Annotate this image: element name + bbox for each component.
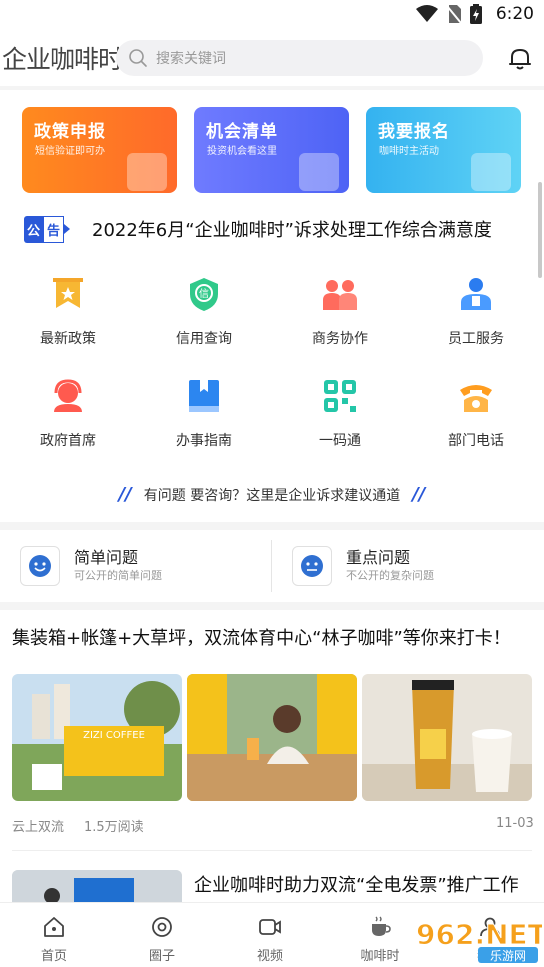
book-icon [189,380,219,412]
grid-item-latest-policy[interactable]: 最新政策 [0,276,136,366]
coffee-cup-icon [372,916,391,936]
grid-item-staff-service[interactable]: 员工服务 [408,276,544,366]
news-card: 集装箱+帐篷+大草坪，双流体育中心“林子咖啡”等你来打卡！ ZIZI COFFE… [0,610,544,902]
grid-item-service-guide[interactable]: 办事指南 [136,378,272,468]
credit-badge-icon: 信 [190,278,218,311]
search-icon [129,49,147,67]
grid-label: 办事指南 [176,433,232,449]
article-title[interactable]: 企业咖啡时助力双流“全电发票”推广工作 [194,872,524,900]
notice-tag: 公告 [24,215,82,243]
grid-item-credit-query[interactable]: 信 信用查询 [136,276,272,366]
clock: 6:20 [495,4,534,24]
key-issue-button[interactable]: 重点问题 不公开的复杂问题 [272,530,544,602]
article-source: 云上双流 [12,820,65,835]
entry-subtitle: 投资机会看这里 [207,146,277,157]
tab-label: 首页 [40,949,67,964]
grid-item-business-cooperation[interactable]: 商务协作 [272,276,408,366]
grid-label: 信用查询 [176,331,232,347]
grid-label: 政府首席 [40,433,96,449]
article-photo-container[interactable] [362,674,532,801]
circle-icon [152,917,172,937]
entry-subtitle: 短信验证即可办 [35,146,105,157]
slash-decoration-icon: // [412,484,426,505]
entry-opportunity-list[interactable]: 机会清单 投资机会看这里 [194,107,349,193]
tab-home[interactable]: 首页 [0,903,108,967]
tab-video[interactable]: 视频 [216,903,324,967]
advice-channel[interactable]: // 有问题 要咨询？这里是企业诉求建议通道 // [0,484,544,505]
people-icon [323,280,357,310]
entry-subtitle: 咖啡时主活动 [379,146,439,157]
services-card: 政策申报 短信验证即可办 机会清单 投资机会看这里 我要报名 咖啡时主活动 公告… [0,90,544,522]
main-content[interactable]: 政策申报 短信验证即可办 机会清单 投资机会看这里 我要报名 咖啡时主活动 公告… [0,90,544,902]
notice-tag-left: 公 [24,215,44,243]
watermark-logo: 962.NET 乐游网 [416,918,542,963]
neutral-face-icon [292,546,332,586]
coffee-sign: ZIZI COFFEE [83,730,145,741]
home-icon [44,917,64,937]
headset-icon [54,379,82,412]
qr-code-icon [324,380,356,412]
triangle-icon [64,224,71,234]
grid-label: 最新政策 [40,331,96,347]
grid-label: 一码通 [319,433,361,449]
issue-title: 重点问题 [346,548,411,567]
notice-tag-right: 告 [43,215,65,243]
status-bar: 6:20 [0,0,544,30]
staff-icon [461,278,491,310]
notice-bar[interactable]: 公告 2022年6月“企业咖啡时”诉求处理工作综合满意度 [24,214,534,244]
app-logo: 企业咖啡时 [2,45,123,74]
tab-label: 圈子 [148,949,175,964]
flag-icon [53,278,83,308]
phone-icon [460,385,492,412]
scrollbar[interactable] [538,182,542,278]
slash-decoration-icon: // [118,484,132,505]
wifi-icon [415,5,438,22]
issues-card: 简单问题 可公开的简单问题 重点问题 不公开的复杂问题 [0,530,544,602]
advice-text: 有问题 要咨询？这里是企业诉求建议通道 [143,488,401,504]
grid-label: 部门电话 [448,433,504,449]
app-header: 企业咖啡时 搜索关键词 [0,30,544,86]
svg-text:信: 信 [199,288,209,300]
grid-item-department-phone[interactable]: 部门电话 [408,378,544,468]
article-title[interactable]: 集装箱+帐篷+大草坪，双流体育中心“林子咖啡”等你来打卡！ [12,624,511,650]
article-photo-container[interactable] [187,674,357,801]
grid-label: 商务协作 [312,331,368,347]
smile-icon [20,546,60,586]
no-sim-icon [446,5,462,24]
issue-subtitle: 可公开的简单问题 [74,569,162,582]
article-date: 11-03 [496,816,534,831]
grid-item-government-chief[interactable]: 政府首席 [0,378,136,468]
article-photo-container[interactable]: ZIZI COFFEE [12,674,182,801]
notice-text: 2022年6月“企业咖啡时”诉求处理工作综合满意度 [92,220,492,241]
search-placeholder: 搜索关键词 [156,51,226,67]
issue-title: 简单问题 [74,548,139,567]
simple-issue-button[interactable]: 简单问题 可公开的简单问题 [0,530,272,602]
entry-register[interactable]: 我要报名 咖啡时主活动 [366,107,521,193]
watermark-text: 962.NET [416,918,542,951]
tab-circle[interactable]: 圈子 [108,903,216,967]
grid-label: 员工服务 [448,331,504,347]
document-icon [127,153,167,191]
battery-icon [469,4,482,24]
issue-subtitle: 不公开的复杂问题 [346,569,434,582]
entry-policy-apply[interactable]: 政策申报 短信验证即可办 [22,107,177,193]
watermark-subtext: 乐游网 [490,949,526,963]
search-bar[interactable]: 搜索关键词 [116,40,483,76]
entry-title: 我要报名 [378,122,450,142]
list-icon [299,153,339,191]
entry-title: 政策申报 [34,122,106,142]
bell-icon[interactable] [506,44,534,72]
grid-item-one-code[interactable]: 一码通 [272,378,408,468]
entry-title: 机会清单 [206,122,278,142]
pen-icon [471,153,511,191]
video-icon [259,919,281,935]
tab-label: 视频 [256,949,283,964]
article-reads: 1.5万阅读 [84,820,144,835]
article-thumbnail[interactable] [12,870,182,902]
divider [12,850,532,851]
